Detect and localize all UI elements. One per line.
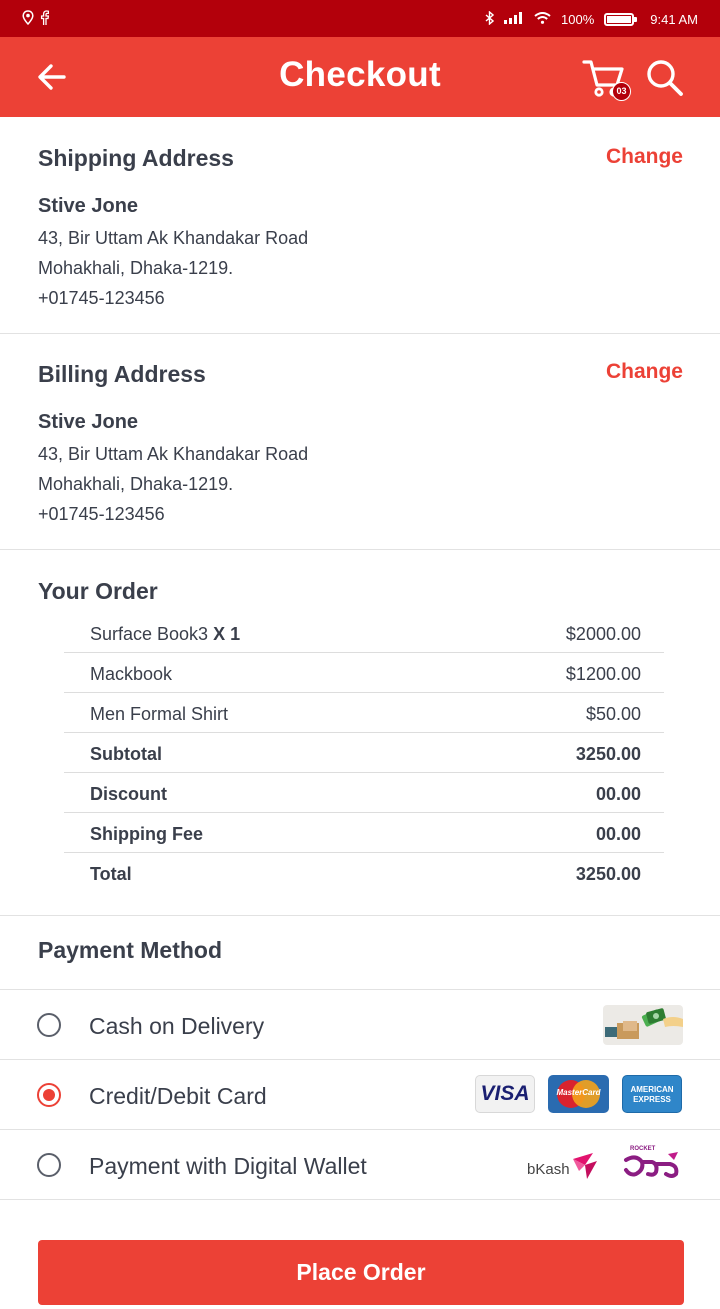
payment-option-cod[interactable]: Cash on Delivery xyxy=(0,990,720,1060)
payment-option-card[interactable]: Credit/Debit Card VISA MasterCard AMERIC… xyxy=(0,1060,720,1130)
address-phone: +01745-123456 xyxy=(38,288,165,308)
payment-option-label: Payment with Digital Wallet xyxy=(89,1153,367,1179)
search-icon[interactable] xyxy=(645,58,685,98)
card-radio[interactable] xyxy=(37,1083,61,1107)
wifi-icon xyxy=(534,12,551,27)
address-line: 43, Bir Uttam Ak Khandakar Road xyxy=(38,444,309,464)
bluetooth-icon xyxy=(485,10,495,28)
address-name: Stive Jone xyxy=(38,195,139,217)
order-table: Surface Book3 X 1 $2000.00 Mackbook $120… xyxy=(64,613,664,893)
section-title: Your Order xyxy=(38,578,158,604)
amex-logo: AMERICAN EXPRESS xyxy=(622,1075,682,1113)
item-price: $2000.00 xyxy=(565,624,641,644)
subtotal-label: Subtotal xyxy=(90,744,162,764)
cart-icon[interactable]: 03 xyxy=(582,58,631,101)
cash-delivery-icon xyxy=(603,1005,683,1045)
payment-method-header: Payment Method xyxy=(0,916,720,990)
location-icon xyxy=(22,10,34,30)
item-qty: X 1 xyxy=(213,624,241,644)
rocket-logo: ROCKET xyxy=(622,1144,684,1184)
clock: 9:41 AM xyxy=(650,12,698,27)
address-line: 43, Bir Uttam Ak Khandakar Road xyxy=(38,228,309,248)
item-name: Mackbook xyxy=(90,664,173,684)
shipping-fee-row: Shipping Fee 00.00 xyxy=(64,813,664,853)
wallet-radio[interactable] xyxy=(37,1153,61,1177)
discount-row: Discount 00.00 xyxy=(64,773,664,813)
payment-option-wallet[interactable]: Payment with Digital Wallet bKash ROCKET xyxy=(0,1130,720,1200)
battery-icon xyxy=(604,13,638,26)
total-row: Total 3250.00 xyxy=(64,853,664,893)
shipping-fee-label: Shipping Fee xyxy=(90,824,204,844)
section-title: Payment Method xyxy=(38,937,223,963)
item-price: $50.00 xyxy=(585,704,641,724)
discount-value: 00.00 xyxy=(595,784,641,804)
address-line: Mohakhali, Dhaka-1219. xyxy=(38,474,234,494)
battery-percent: 100% xyxy=(561,12,595,27)
app-bar: Checkout 03 xyxy=(0,37,720,117)
payment-option-label: Cash on Delivery xyxy=(89,1013,265,1039)
section-title: Shipping Address xyxy=(38,145,234,171)
change-billing-button[interactable]: Change xyxy=(606,360,683,384)
shipping-fee-value: 00.00 xyxy=(595,824,641,844)
cart-badge: 03 xyxy=(612,82,631,101)
order-section: Your Order Surface Book3 X 1 $2000.00 Ma… xyxy=(0,550,720,916)
address-phone: +01745-123456 xyxy=(38,504,165,524)
item-name: Men Formal Shirt xyxy=(90,704,229,724)
visa-logo: VISA xyxy=(475,1075,535,1113)
item-price: $1200.00 xyxy=(565,664,641,684)
cod-radio[interactable] xyxy=(37,1013,61,1037)
shipping-address-section: Shipping Address Change Stive Jone 43, B… xyxy=(0,117,720,334)
order-item: Men Formal Shirt $50.00 xyxy=(64,693,664,733)
order-item: Mackbook $1200.00 xyxy=(64,653,664,693)
subtotal-row: Subtotal 3250.00 xyxy=(64,733,664,773)
address-name: Stive Jone xyxy=(38,411,139,433)
payment-option-label: Credit/Debit Card xyxy=(89,1083,267,1109)
address-line: Mohakhali, Dhaka-1219. xyxy=(38,258,234,278)
place-order-button[interactable]: Place Order xyxy=(38,1240,684,1305)
facebook-icon xyxy=(40,10,50,30)
order-item: Surface Book3 X 1 $2000.00 xyxy=(64,613,664,653)
mastercard-logo: MasterCard xyxy=(548,1075,609,1113)
status-bar: 100% 9:41 AM xyxy=(0,0,720,37)
discount-label: Discount xyxy=(90,784,168,804)
signal-icon xyxy=(504,12,524,27)
total-label: Total xyxy=(90,864,132,884)
billing-address-section: Billing Address Change Stive Jone 43, Bi… xyxy=(0,334,720,550)
item-name: Surface Book3 X 1 xyxy=(90,624,241,644)
change-shipping-button[interactable]: Change xyxy=(606,145,683,169)
bkash-logo: bKash xyxy=(527,1147,601,1185)
section-title: Billing Address xyxy=(38,361,206,387)
subtotal-value: 3250.00 xyxy=(575,744,641,764)
total-value: 3250.00 xyxy=(575,864,641,884)
